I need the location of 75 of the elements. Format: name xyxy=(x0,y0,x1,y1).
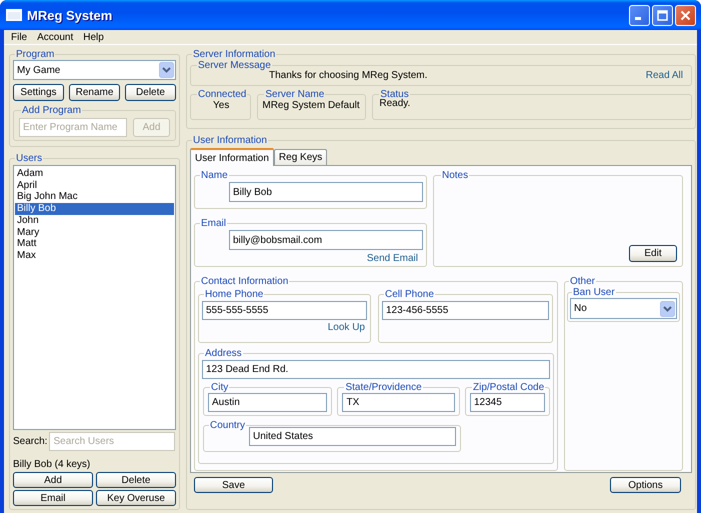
user-action-button[interactable]: Key Overuse xyxy=(96,490,176,506)
group-label: Address xyxy=(204,348,243,359)
user-item[interactable]: Billy Bob xyxy=(15,203,174,215)
group-label: Email xyxy=(200,218,228,229)
group-label: Ban User xyxy=(572,287,616,298)
group-label: Server Information xyxy=(192,49,276,60)
ban-user-dropdown[interactable]: No xyxy=(570,298,677,319)
user-item[interactable]: Mary xyxy=(15,226,174,238)
window-title: MReg System xyxy=(27,8,114,22)
read-all-link[interactable]: Read All xyxy=(646,70,683,81)
user-item[interactable]: John xyxy=(15,214,174,227)
group-label: Country xyxy=(209,420,246,431)
group-label: Other xyxy=(569,276,596,287)
group-label: Users xyxy=(15,153,44,164)
group-label: User Information xyxy=(192,135,268,146)
menu-item[interactable]: File xyxy=(6,32,32,42)
server-message: Thanks for choosing MReg System. xyxy=(269,70,428,81)
footer-button[interactable]: Save xyxy=(194,477,273,493)
group-label: Name xyxy=(200,170,229,181)
group-label: Server Message xyxy=(197,60,271,71)
zip-field[interactable]: 12345 xyxy=(470,393,545,412)
user-item[interactable]: Max xyxy=(15,250,174,262)
close-icon xyxy=(680,10,691,20)
user-summary: Billy Bob (4 keys) xyxy=(13,459,92,470)
tab[interactable]: Reg Keys xyxy=(274,149,328,165)
footer-button[interactable]: Options xyxy=(610,477,681,493)
program-dropdown[interactable]: My Game xyxy=(13,60,176,80)
minimize-button[interactable] xyxy=(629,4,650,26)
minimize-icon xyxy=(634,17,640,20)
user-item[interactable]: Matt xyxy=(15,238,174,250)
group-label: Notes xyxy=(441,170,470,181)
cell-phone-field[interactable]: 123-456-5555 xyxy=(382,301,549,320)
connected-value: Yes xyxy=(212,100,230,111)
window-icon xyxy=(6,9,22,21)
group-label: Add Program xyxy=(21,105,82,116)
maximize-button[interactable] xyxy=(652,4,673,26)
state-field[interactable]: TX xyxy=(342,393,455,412)
tab[interactable]: User Information xyxy=(190,148,274,166)
edit-button[interactable]: Edit xyxy=(629,245,677,262)
program-button[interactable]: Settings xyxy=(13,84,64,101)
group-label: Cell Phone xyxy=(384,289,435,300)
menu-item[interactable]: Account xyxy=(32,32,78,42)
group-label: Program xyxy=(15,49,56,60)
status-value: Ready. xyxy=(378,98,412,109)
look-up-link[interactable]: Look Up xyxy=(328,322,365,333)
menu-item[interactable]: Help xyxy=(78,32,109,42)
user-item[interactable]: April xyxy=(15,180,174,192)
user-action-button[interactable]: Delete xyxy=(96,472,176,488)
user-item[interactable]: Big John Mac xyxy=(15,191,174,204)
city-field[interactable]: Austin xyxy=(208,393,328,412)
country-field[interactable]: United States xyxy=(249,427,456,446)
group-label: City xyxy=(210,382,230,393)
home-phone-field[interactable]: 555-555-5555 xyxy=(202,301,367,320)
user-item[interactable]: Adam xyxy=(15,168,174,180)
group-label: Status xyxy=(379,89,409,100)
close-button[interactable] xyxy=(675,4,696,26)
email-field[interactable]: billy@bobsmail.com xyxy=(229,230,423,250)
user-action-button[interactable]: Add xyxy=(13,472,93,488)
program-button[interactable]: Rename xyxy=(69,84,120,101)
send-email-link[interactable]: Send Email xyxy=(366,253,418,264)
search-label: Search: xyxy=(13,436,48,447)
group-label: Connected xyxy=(197,89,248,100)
maximize-icon xyxy=(657,10,668,20)
address-field[interactable]: 123 Dead End Rd. xyxy=(202,360,550,379)
group-label: State/Providence xyxy=(344,382,423,393)
program-name-field[interactable]: Enter Program Name xyxy=(19,118,127,137)
user-action-button[interactable]: Email xyxy=(13,490,93,506)
search-field[interactable]: Search Users xyxy=(49,432,176,451)
server-name-value: MReg System Default xyxy=(262,100,361,111)
program-button[interactable]: Delete xyxy=(125,84,176,101)
group-label: Server Name xyxy=(264,89,326,100)
name-field[interactable]: Billy Bob xyxy=(229,182,423,202)
group-label: Home Phone xyxy=(204,289,264,300)
group-label: Contact Information xyxy=(200,276,290,287)
group-label: Zip/Postal Code xyxy=(472,382,546,393)
